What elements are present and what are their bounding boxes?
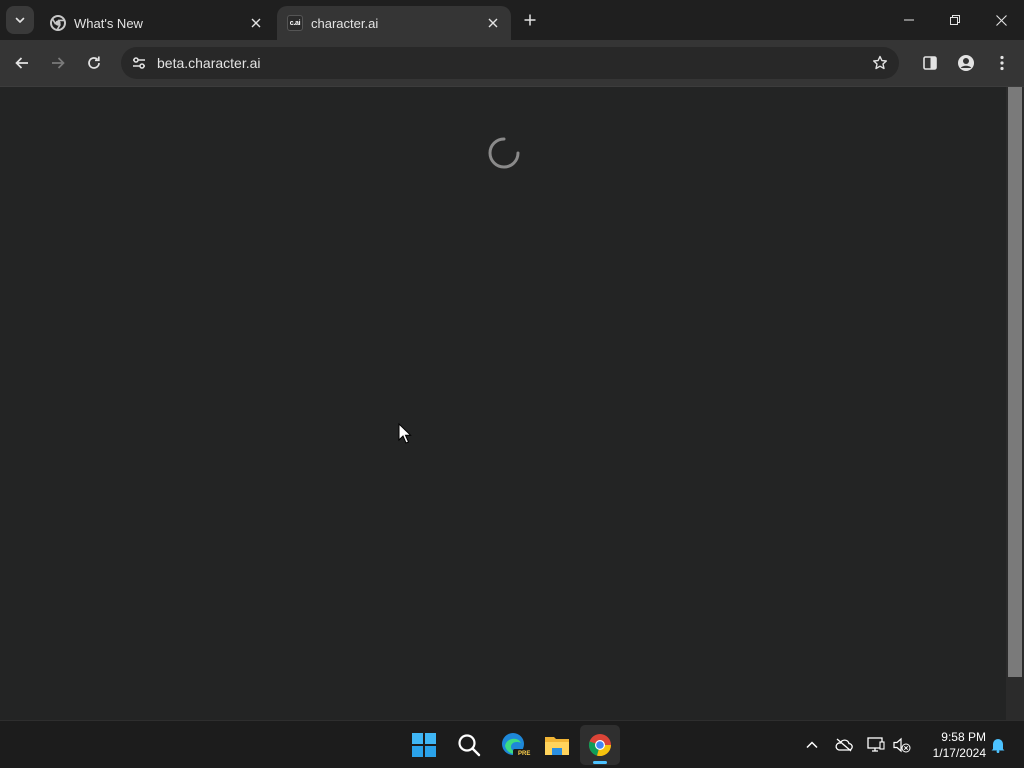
side-panel-icon <box>923 56 937 70</box>
character-ai-favicon: c.ai <box>287 15 303 31</box>
back-button[interactable] <box>8 49 36 77</box>
minimize-button[interactable] <box>886 0 932 40</box>
network-icon <box>867 737 885 752</box>
search-button[interactable] <box>449 725 489 765</box>
profile-button[interactable] <box>952 49 980 77</box>
network-tray-icon[interactable] <box>864 733 888 757</box>
clock-date: 1/17/2024 <box>932 746 986 760</box>
tab-whats-new[interactable]: What's New <box>40 6 274 40</box>
forward-button[interactable] <box>44 49 72 77</box>
search-icon <box>458 734 481 757</box>
volume-muted-icon <box>893 737 911 753</box>
volume-tray-icon[interactable] <box>890 733 914 757</box>
side-panel-button[interactable] <box>916 49 944 77</box>
close-tab-icon[interactable] <box>246 13 266 33</box>
windows-taskbar: PRE 9:58 PM 1/17/2024 <box>0 720 1024 768</box>
mouse-cursor-icon <box>398 423 412 444</box>
reload-button[interactable] <box>80 49 108 77</box>
folder-icon <box>545 737 569 755</box>
show-hidden-icons-button[interactable] <box>800 733 824 757</box>
onedrive-tray-icon[interactable] <box>832 733 856 757</box>
bookmark-star-icon[interactable] <box>869 52 891 74</box>
profile-icon <box>958 55 974 71</box>
edge-pre-badge: PRE <box>518 751 531 757</box>
taskbar-clock[interactable]: 9:58 PM 1/17/2024 <box>918 729 986 761</box>
chevron-down-icon <box>15 17 25 23</box>
chrome-taskbar-button[interactable] <box>580 725 620 765</box>
arrow-left-icon <box>15 57 28 69</box>
minimize-icon <box>904 19 914 21</box>
chrome-icon <box>588 734 611 757</box>
scrollbar[interactable] <box>1006 87 1024 721</box>
edge-beta-button[interactable]: PRE <box>494 725 534 765</box>
new-tab-button[interactable] <box>519 9 541 31</box>
url-text[interactable]: beta.character.ai <box>157 55 261 71</box>
file-explorer-button[interactable] <box>537 725 577 765</box>
character-ai-logo-icon: c.ai <box>287 15 303 31</box>
arrow-right-icon <box>52 57 65 69</box>
windows-start-icon <box>412 733 436 757</box>
tab-strip: What's New c.ai character.ai <box>0 0 1024 40</box>
close-icon <box>995 14 1007 26</box>
close-window-button[interactable] <box>978 0 1024 40</box>
page-viewport <box>0 86 1024 721</box>
browser-toolbar: beta.character.ai <box>0 40 1024 86</box>
restore-button[interactable] <box>932 0 978 40</box>
reload-icon <box>88 56 100 69</box>
active-app-indicator <box>593 761 607 764</box>
start-button[interactable] <box>404 725 444 765</box>
more-vertical-icon <box>1000 55 1004 71</box>
cloud-off-icon <box>835 738 853 752</box>
tab-title: What's New <box>74 15 143 31</box>
bell-icon <box>991 739 1005 753</box>
close-tab-icon[interactable] <box>483 13 503 33</box>
chrome-icon <box>50 15 66 31</box>
menu-button[interactable] <box>988 49 1016 77</box>
chevron-up-icon <box>806 741 818 749</box>
loading-spinner-icon <box>488 137 520 169</box>
desktop-screen: What's New c.ai character.ai beta.charac… <box>0 0 1024 768</box>
tab-character-ai[interactable]: c.ai character.ai <box>277 6 511 40</box>
scrollbar-thumb[interactable] <box>1008 87 1022 677</box>
address-bar[interactable]: beta.character.ai <box>121 47 899 79</box>
notification-button[interactable] <box>986 733 1010 757</box>
clock-time: 9:58 PM <box>941 730 986 744</box>
restore-icon <box>950 15 960 25</box>
site-info-icon[interactable] <box>127 51 151 75</box>
tab-search-button[interactable] <box>6 6 34 34</box>
plus-icon <box>524 14 536 26</box>
tab-title: character.ai <box>311 15 379 31</box>
